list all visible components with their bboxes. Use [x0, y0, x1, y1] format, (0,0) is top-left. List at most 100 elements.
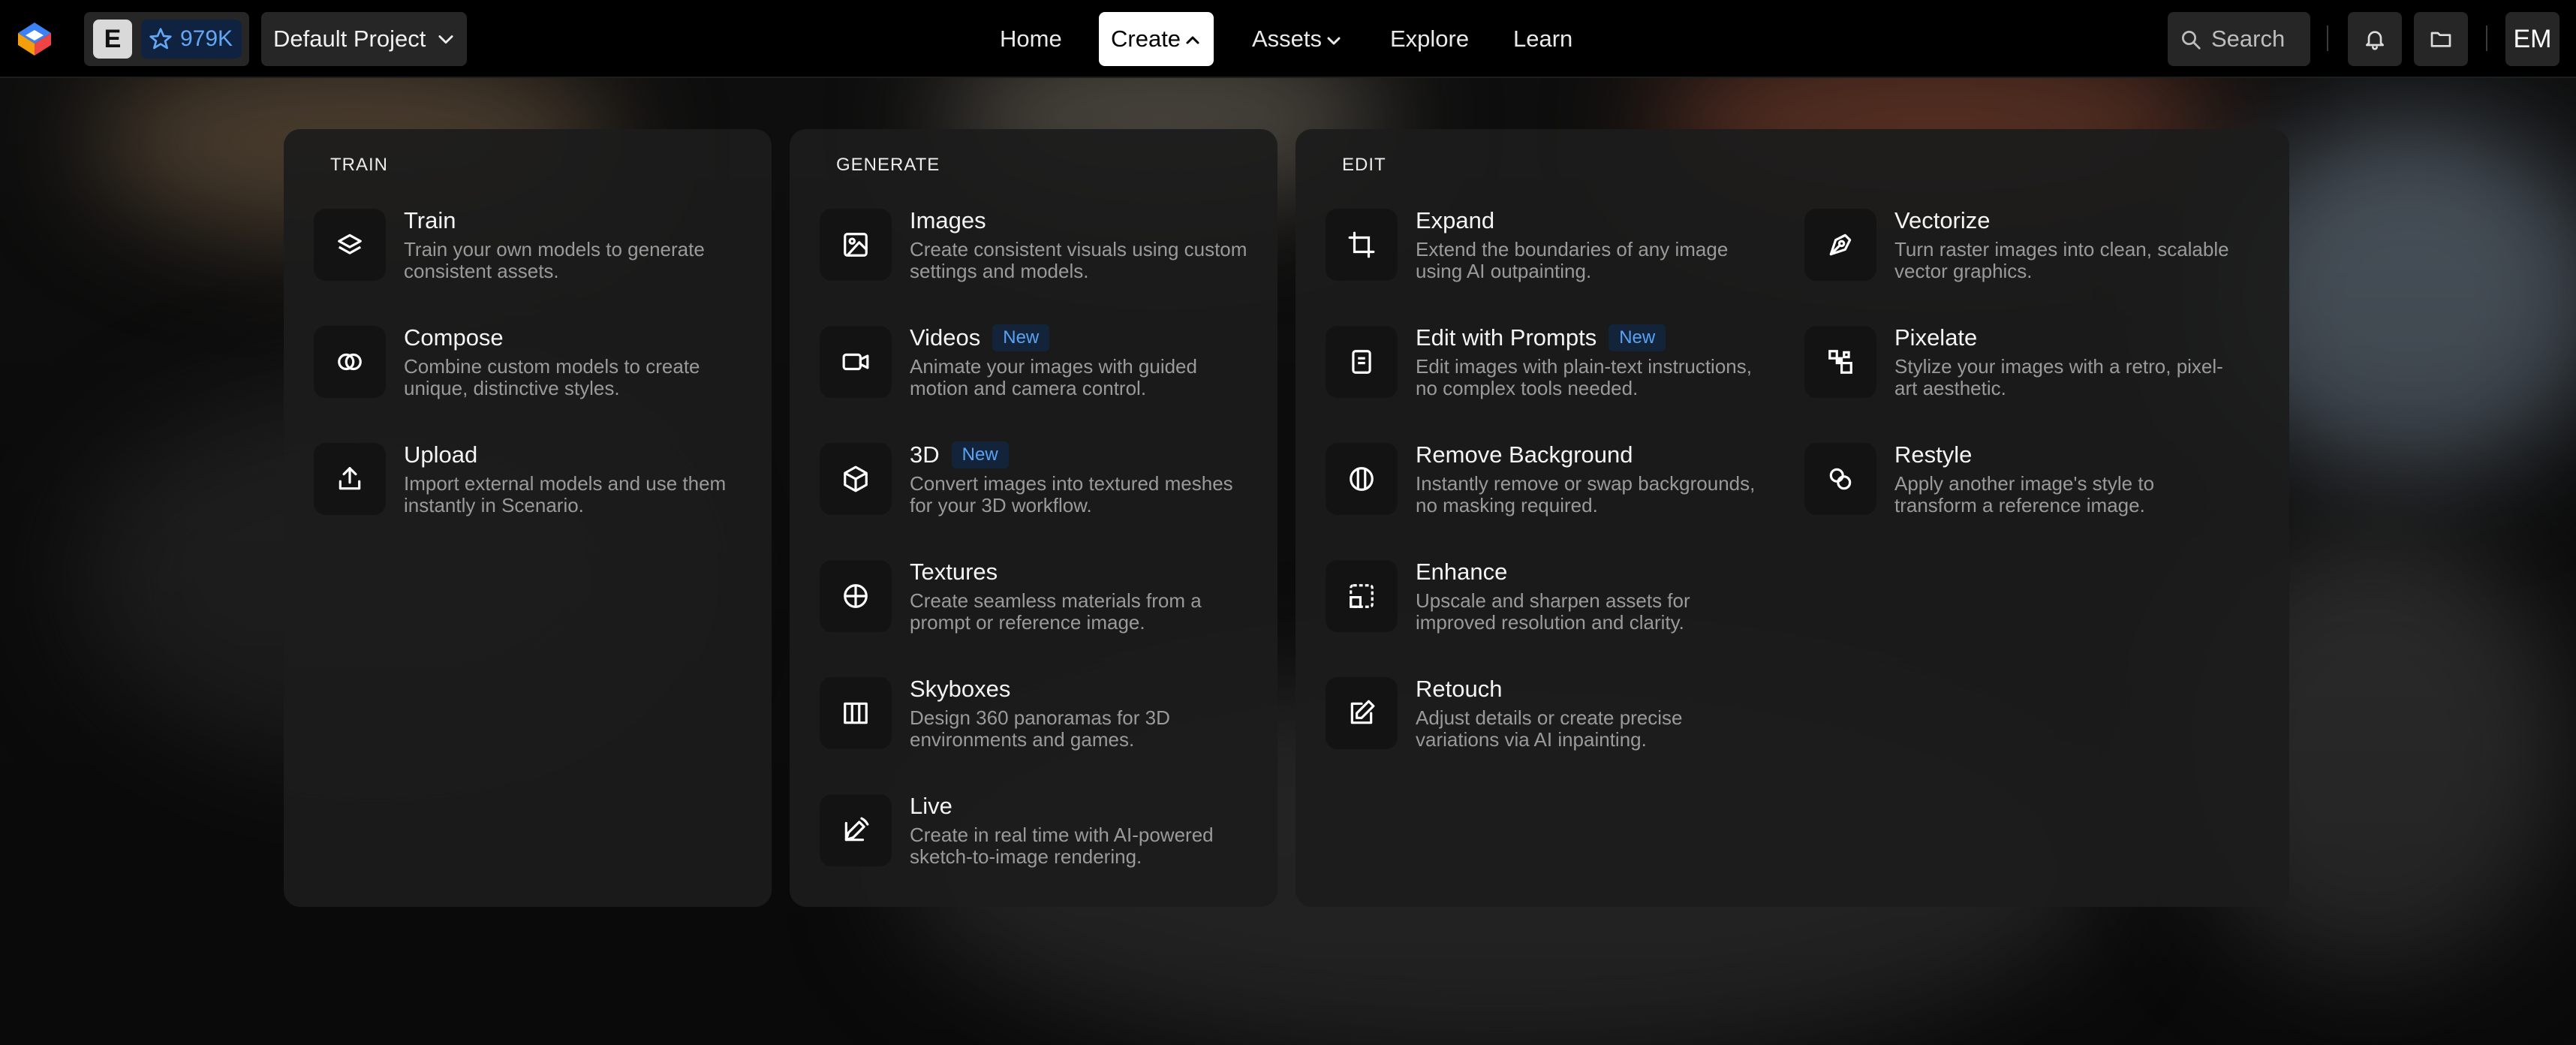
menu-item-train[interactable]: Train Train your own models to generate … [314, 207, 764, 291]
menu-item-desc: Upscale and sharpen assets for improved … [1416, 589, 1690, 634]
menu-item-title: Pixelate [1894, 324, 1978, 351]
icon-box [1326, 677, 1398, 749]
menu-item-restyle[interactable]: Restyle Apply another image's style to t… [1804, 441, 2255, 526]
bell-icon [2366, 31, 2384, 50]
remove-background-icon [1350, 467, 1374, 491]
menu-item-title-text: Edit with Prompts [1416, 324, 1597, 351]
menu-item-live[interactable]: Live Create in real time with AI-powered… [820, 793, 1270, 877]
video-camera-icon [842, 353, 869, 371]
panel-title-train: TRAIN [330, 155, 388, 175]
menu-item-3d[interactable]: 3D New Convert images into textured meshe… [820, 441, 1270, 526]
menu-item-title: Remove Background [1416, 441, 1633, 468]
project-selector[interactable]: Default Project [261, 12, 467, 66]
menu-panel-edit: EDIT Expand Extend the boundaries of any… [1296, 129, 2289, 907]
menu-item-desc: Convert images into textured meshes for … [910, 472, 1233, 516]
search-icon [2182, 31, 2201, 50]
menu-item-edit-with-prompts[interactable]: Edit with Prompts New Edit images with pl… [1326, 324, 1776, 408]
menu-item-desc: Turn raster images into clean, scalable … [1894, 238, 2229, 282]
icon-box [314, 443, 386, 515]
texture-sphere-icon [844, 584, 868, 608]
menu-item-remove-background[interactable]: Remove Background Instantly remove or sw… [1326, 441, 1776, 526]
app-logo-icon[interactable] [15, 20, 54, 59]
files-button[interactable] [2414, 12, 2468, 66]
menu-item-desc: Edit images with plain-text instructions… [1416, 355, 1752, 399]
nav-learn[interactable]: Learn [1513, 12, 1572, 66]
menu-item-title: Compose [404, 324, 504, 351]
search-label: Search [2211, 26, 2286, 52]
image-icon [844, 233, 868, 257]
search-button[interactable]: Search [2168, 12, 2310, 66]
menu-item-vectorize[interactable]: Vectorize Turn raster images into clean,… [1804, 207, 2255, 291]
menu-item-title: Upload [404, 441, 478, 468]
menu-item-title: Expand [1416, 207, 1495, 233]
menu-item-upload[interactable]: Upload Import external models and use th… [314, 441, 764, 526]
skybox-panorama-icon [844, 702, 868, 724]
nav-learn-label: Learn [1513, 26, 1573, 52]
icon-box [820, 794, 892, 866]
nav-home-label: Home [1000, 26, 1062, 52]
icon-box [1804, 443, 1876, 515]
user-avatar[interactable]: EM [2505, 12, 2559, 66]
chevron-up-icon [1186, 36, 1199, 44]
icon-box [1326, 560, 1398, 632]
pen-nib-icon [1829, 233, 1852, 256]
crop-expand-icon [1348, 231, 1375, 258]
nav-assets-label: Assets [1252, 26, 1323, 52]
menu-item-title: 3D New [910, 441, 1009, 468]
upload-icon [339, 467, 361, 490]
chevron-down-icon [438, 35, 453, 44]
menu-item-desc: Extend the boundaries of any image using… [1416, 238, 1729, 282]
nav-explore-label: Explore [1390, 26, 1470, 52]
menu-item-retouch[interactable]: Retouch Adjust details or create precise… [1326, 676, 1776, 760]
notifications-button[interactable] [2348, 12, 2402, 66]
menu-item-textures[interactable]: Textures Create seamless materials from … [820, 559, 1270, 643]
menu-item-enhance[interactable]: Enhance Upscale and sharpen assets for i… [1326, 559, 1776, 643]
credits-badge[interactable]: 979K [141, 20, 242, 59]
divider [2486, 26, 2487, 51]
compose-rings-icon [338, 353, 362, 371]
menu-item-title: Skyboxes [910, 676, 1011, 702]
chevron-down-icon [1327, 37, 1341, 45]
enhance-icon [1350, 584, 1374, 608]
nav-assets[interactable]: Assets [1252, 12, 1343, 66]
menu-item-compose[interactable]: Compose Combine custom models to create … [314, 324, 764, 408]
menu-item-desc: Create consistent visuals using custom s… [910, 238, 1247, 282]
menu-item-title: Train [404, 207, 456, 233]
menu-item-videos[interactable]: Videos New Animate your images with guide… [820, 324, 1270, 408]
icon-box [1326, 209, 1398, 281]
project-name: Default Project [273, 26, 426, 52]
new-badge: New [992, 324, 1050, 351]
menu-item-images[interactable]: Images Create consistent visuals using c… [820, 207, 1270, 291]
nav-explore[interactable]: Explore [1390, 12, 1469, 66]
menu-item-desc: Adjust details or create precise variati… [1416, 706, 1683, 751]
live-pencil-icon [844, 817, 869, 842]
menu-item-pixelate[interactable]: Pixelate Stylize your images with a retr… [1804, 324, 2255, 408]
cube-icon [844, 465, 868, 492]
icon-box [1326, 443, 1398, 515]
divider [2327, 26, 2328, 51]
credits-count: 979K [180, 26, 233, 51]
workspace-switcher[interactable]: E 979K [84, 12, 249, 66]
panel-title-edit: EDIT [1342, 155, 1386, 175]
edit-pencil-icon [1350, 700, 1375, 724]
app-window: E 979K Default Project Home Create Asset… [0, 0, 2576, 1045]
menu-panel-train: TRAIN Train Train your own models to gen… [284, 129, 772, 907]
menu-item-desc: Stylize your images with a retro, pixel-… [1894, 355, 2223, 399]
menu-item-title: Edit with Prompts New [1416, 324, 1666, 351]
icon-box [820, 677, 892, 749]
menu-item-desc: Design 360 panoramas for 3D environments… [910, 706, 1170, 751]
menu-item-desc: Create in real time with AI-powered sket… [910, 824, 1214, 868]
menu-item-desc: Instantly remove or swap backgrounds, no… [1416, 472, 1756, 516]
nav-home[interactable]: Home [1000, 12, 1062, 66]
icon-box [1804, 326, 1876, 398]
nav-create[interactable]: Create [1099, 12, 1214, 66]
icon-box [820, 209, 892, 281]
menu-item-title-text: Videos [910, 324, 981, 351]
menu-item-expand[interactable]: Expand Extend the boundaries of any imag… [1326, 207, 1776, 291]
panel-title-generate: GENERATE [836, 155, 940, 175]
menu-item-title: Textures [910, 559, 998, 585]
menu-item-skyboxes[interactable]: Skyboxes Design 360 panoramas for 3D env… [820, 676, 1270, 760]
menu-item-title: Enhance [1416, 559, 1508, 585]
icon-box [314, 209, 386, 281]
star-icon [149, 28, 172, 50]
